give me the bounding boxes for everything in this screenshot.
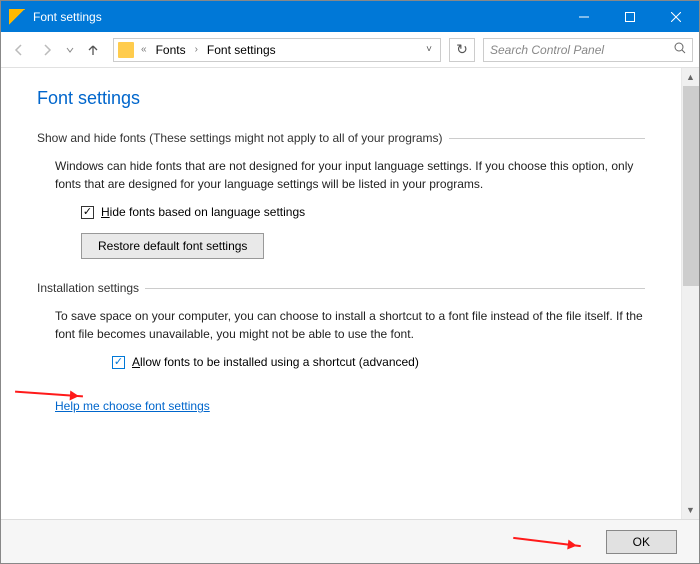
folder-icon	[118, 42, 134, 58]
allow-shortcut-label: Allow fonts to be installed using a shor…	[132, 355, 419, 369]
maximize-button[interactable]	[607, 1, 653, 32]
minimize-button[interactable]	[561, 1, 607, 32]
page-title: Font settings	[37, 88, 645, 109]
divider	[145, 288, 645, 289]
breadcrumb-fonts[interactable]: Fonts	[152, 41, 190, 59]
group2-description: To save space on your computer, you can …	[55, 307, 645, 343]
scroll-up-icon[interactable]: ▲	[682, 68, 699, 86]
window-title: Font settings	[33, 10, 561, 24]
breadcrumb-dropdown-icon[interactable]: ˅	[426, 44, 436, 55]
scroll-down-icon[interactable]: ▼	[682, 501, 699, 519]
title-bar: Font settings	[1, 1, 699, 32]
group1-description: Windows can hide fonts that are not desi…	[55, 157, 645, 193]
group-title: Show and hide fonts (These settings migh…	[37, 131, 443, 145]
back-button[interactable]	[7, 38, 31, 62]
vertical-scrollbar[interactable]: ▲ ▼	[681, 68, 699, 519]
nav-bar: « Fonts › Font settings ˅ ↻ Search Contr…	[1, 32, 699, 68]
recent-locations-button[interactable]	[63, 38, 77, 62]
allow-shortcut-checkbox-row[interactable]: ✓ Allow fonts to be installed using a sh…	[112, 355, 645, 369]
chevron-right-icon: ›	[195, 44, 198, 55]
hide-fonts-label: Hide fonts based on language settings	[101, 205, 305, 219]
allow-shortcut-checkbox[interactable]: ✓	[112, 356, 125, 369]
search-input[interactable]: Search Control Panel	[483, 38, 693, 62]
divider	[449, 138, 645, 139]
breadcrumb-font-settings[interactable]: Font settings	[203, 41, 280, 59]
hide-fonts-checkbox[interactable]: ✓	[81, 206, 94, 219]
refresh-button[interactable]: ↻	[449, 38, 475, 62]
ok-button[interactable]: OK	[606, 530, 677, 554]
breadcrumb[interactable]: « Fonts › Font settings ˅	[113, 38, 441, 62]
content-area: Font settings Show and hide fonts (These…	[1, 68, 681, 519]
scroll-thumb[interactable]	[683, 86, 699, 286]
footer: OK	[1, 519, 699, 563]
group-header-show-hide: Show and hide fonts (These settings migh…	[37, 131, 645, 145]
up-button[interactable]	[81, 38, 105, 62]
group-show-hide-fonts: Show and hide fonts (These settings migh…	[37, 131, 645, 259]
app-icon	[9, 9, 25, 25]
group-header-installation: Installation settings	[37, 281, 645, 295]
group-installation-settings: Installation settings To save space on y…	[37, 281, 645, 369]
restore-defaults-button[interactable]: Restore default font settings	[81, 233, 264, 259]
search-placeholder: Search Control Panel	[490, 43, 674, 57]
group-title: Installation settings	[37, 281, 139, 295]
forward-button[interactable]	[35, 38, 59, 62]
breadcrumb-prefix: «	[141, 44, 147, 55]
close-button[interactable]	[653, 1, 699, 32]
hide-fonts-checkbox-row[interactable]: ✓ Hide fonts based on language settings	[81, 205, 645, 219]
search-icon	[674, 42, 686, 57]
